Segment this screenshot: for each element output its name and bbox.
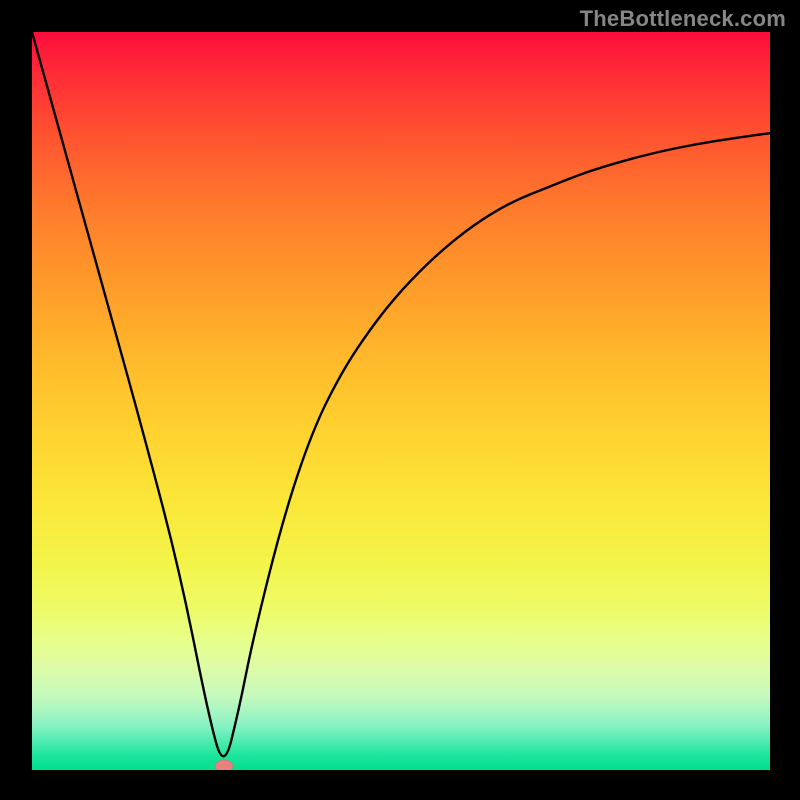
- chart-plot-area: [32, 32, 770, 770]
- attribution-label: TheBottleneck.com: [580, 6, 786, 32]
- bottleneck-curve: [32, 32, 770, 756]
- chart-svg: [32, 32, 770, 770]
- optimal-marker: [215, 760, 233, 770]
